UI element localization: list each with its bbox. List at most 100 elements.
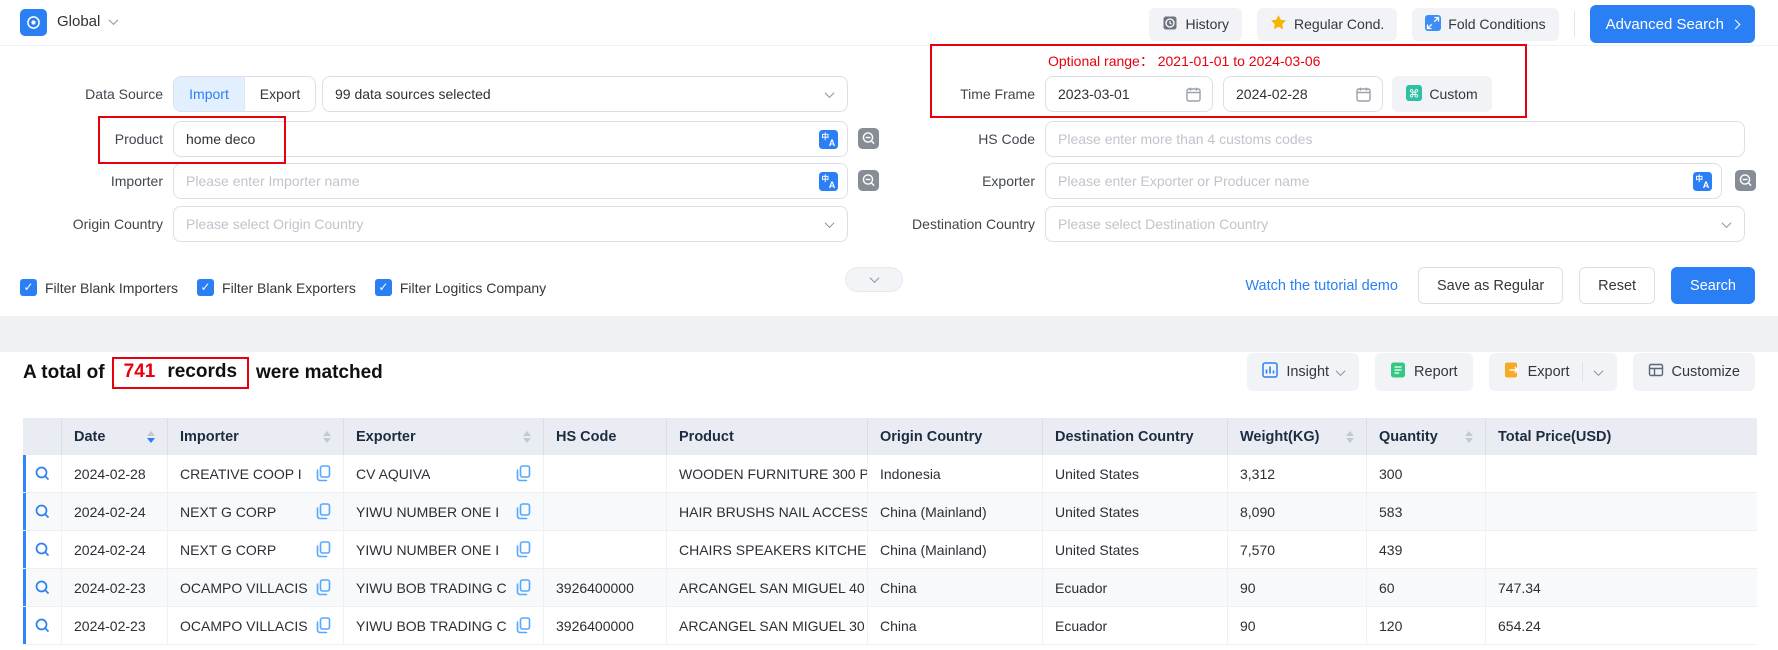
cell-hs-code [544, 455, 667, 492]
column-header-exporter[interactable]: Exporter [344, 418, 544, 455]
exclude-search-icon[interactable] [1735, 170, 1756, 196]
column-header-quantity[interactable]: Quantity [1367, 418, 1486, 455]
insight-button[interactable]: Insight [1247, 353, 1359, 391]
cell-weight: 7,570 [1228, 531, 1367, 568]
record-count: 741 [124, 361, 156, 383]
copy-icon[interactable] [310, 541, 331, 558]
calendar-icon[interactable] [1355, 86, 1372, 106]
import-tab[interactable]: Import [174, 77, 244, 111]
search-button[interactable]: Search [1671, 267, 1755, 304]
view-detail-icon[interactable] [34, 503, 51, 520]
sort-icon[interactable] [139, 431, 155, 443]
export-icon [1504, 362, 1520, 382]
data-sources-value: 99 data sources selected [335, 86, 491, 102]
exporter-input[interactable]: Please enter Exporter or Producer name 中… [1045, 163, 1722, 199]
importer-name[interactable]: NEXT G CORP [180, 542, 276, 558]
copy-icon[interactable] [510, 503, 531, 520]
globe-logo-icon[interactable] [20, 9, 47, 36]
exporter-name[interactable]: YIWU BOB TRADING C [356, 580, 507, 596]
star-icon [1270, 14, 1287, 34]
cell-origin-country: China [868, 607, 1043, 644]
checkbox-checked-icon[interactable]: ✓ [20, 279, 37, 296]
cell-product: WOODEN FURNITURE 300 P [667, 455, 868, 492]
collapse-conditions-button[interactable] [845, 267, 903, 292]
copy-icon[interactable] [510, 617, 531, 634]
sort-icon[interactable] [515, 431, 531, 443]
insight-icon [1262, 362, 1278, 382]
copy-icon[interactable] [510, 465, 531, 482]
copy-icon[interactable] [310, 617, 331, 634]
translate-icon[interactable]: 中A [819, 130, 838, 152]
sort-icon[interactable] [315, 431, 331, 443]
chevron-down-icon [825, 88, 835, 98]
exporter-name[interactable]: CV AQUIVA [356, 466, 430, 482]
cell-hs-code: 3926400000 [544, 569, 667, 606]
cell-exporter: YIWU NUMBER ONE I [344, 531, 544, 568]
start-date-input[interactable]: 2023-03-01 [1045, 76, 1213, 112]
cell-weight: 90 [1228, 607, 1367, 644]
copy-icon[interactable] [310, 503, 331, 520]
customize-button[interactable]: Customize [1633, 353, 1756, 391]
column-header-date[interactable]: Date [62, 418, 168, 455]
reset-button[interactable]: Reset [1579, 267, 1655, 304]
custom-range-button[interactable]: ⌘ Custom [1392, 76, 1492, 112]
filter-blank-importers[interactable]: ✓ Filter Blank Importers [20, 279, 178, 296]
hs-code-input[interactable]: Please enter more than 4 customs codes [1045, 121, 1745, 157]
column-header-weight-kg[interactable]: Weight(KG) [1228, 418, 1367, 455]
copy-icon[interactable] [510, 541, 531, 558]
insight-label: Insight [1286, 364, 1329, 380]
optional-range-note: Optional range： 2021-01-01 to 2024-03-06 [1048, 51, 1320, 71]
product-input[interactable]: home deco 中A [173, 121, 848, 157]
cell-weight: 90 [1228, 569, 1367, 606]
regular-cond-button[interactable]: Regular Cond. [1257, 8, 1397, 41]
history-button[interactable]: History [1149, 8, 1242, 41]
end-date-input[interactable]: 2024-02-28 [1223, 76, 1383, 112]
view-detail-icon[interactable] [34, 617, 51, 634]
view-detail-icon[interactable] [34, 465, 51, 482]
cell-quantity: 120 [1367, 607, 1486, 644]
sort-icon[interactable] [1457, 431, 1473, 443]
sort-icon[interactable] [1338, 431, 1354, 443]
save-as-regular-button[interactable]: Save as Regular [1418, 267, 1563, 304]
exporter-name[interactable]: YIWU BOB TRADING C [356, 618, 507, 634]
copy-icon[interactable] [310, 465, 331, 482]
view-detail-icon[interactable] [34, 579, 51, 596]
filter-blank-exporters[interactable]: ✓ Filter Blank Exporters [197, 279, 356, 296]
copy-icon[interactable] [510, 579, 531, 596]
translate-icon[interactable]: 中A [1693, 172, 1712, 194]
column-label: Total Price(USD) [1498, 429, 1611, 445]
calendar-icon[interactable] [1185, 86, 1202, 106]
checkbox-checked-icon[interactable]: ✓ [375, 279, 392, 296]
column-label: HS Code [556, 429, 616, 445]
fold-conditions-button[interactable]: Fold Conditions [1412, 8, 1558, 41]
export-button[interactable]: Export [1489, 353, 1617, 391]
importer-name[interactable]: OCAMPO VILLACIS [180, 618, 308, 634]
exporter-name[interactable]: YIWU NUMBER ONE I [356, 542, 499, 558]
report-button[interactable]: Report [1375, 353, 1473, 391]
cell-total-price [1486, 455, 1757, 492]
importer-name[interactable]: CREATIVE COOP I [180, 466, 302, 482]
hs-code-label: HS Code [845, 121, 1035, 157]
chevron-down-icon[interactable] [1593, 366, 1603, 376]
exporter-name[interactable]: YIWU NUMBER ONE I [356, 504, 499, 520]
checkbox-checked-icon[interactable]: ✓ [197, 279, 214, 296]
data-sources-select[interactable]: 99 data sources selected [322, 76, 848, 112]
filter-logistics-company[interactable]: ✓ Filter Logitics Company [375, 279, 546, 296]
region-selector[interactable]: Global [57, 13, 117, 30]
cell-date: 2024-02-23 [62, 569, 168, 606]
export-tab[interactable]: Export [245, 77, 315, 111]
copy-icon[interactable] [310, 579, 331, 596]
advanced-search-button[interactable]: Advanced Search [1590, 5, 1755, 43]
importer-name[interactable]: OCAMPO VILLACIS [180, 580, 308, 596]
importer-input[interactable]: Please enter Importer name 中A [173, 163, 848, 199]
tutorial-link[interactable]: Watch the tutorial demo [1245, 278, 1398, 294]
cell-importer: OCAMPO VILLACIS [168, 607, 344, 644]
cell-exporter: YIWU BOB TRADING C [344, 607, 544, 644]
importer-name[interactable]: NEXT G CORP [180, 504, 276, 520]
regular-cond-label: Regular Cond. [1294, 16, 1384, 32]
origin-country-select[interactable]: Please select Origin Country [173, 206, 848, 242]
destination-country-select[interactable]: Please select Destination Country [1045, 206, 1745, 242]
column-header-importer[interactable]: Importer [168, 418, 344, 455]
translate-icon[interactable]: 中A [819, 172, 838, 194]
view-detail-icon[interactable] [34, 541, 51, 558]
